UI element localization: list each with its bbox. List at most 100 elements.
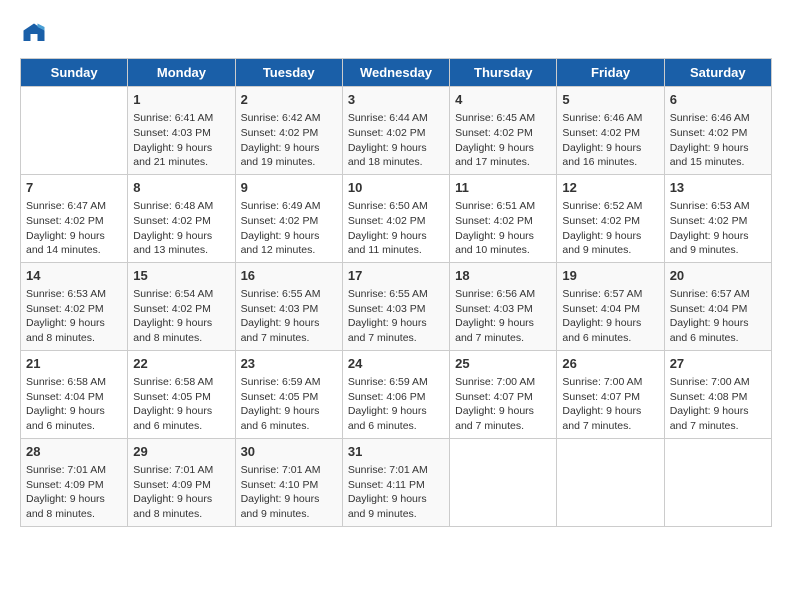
day-number: 1 (133, 91, 229, 109)
day-number: 23 (241, 355, 337, 373)
logo (20, 20, 52, 48)
day-content: Sunrise: 6:45 AMSunset: 4:02 PMDaylight:… (455, 111, 551, 170)
day-content: Sunrise: 6:50 AMSunset: 4:02 PMDaylight:… (348, 199, 444, 258)
day-content: Sunrise: 7:01 AMSunset: 4:09 PMDaylight:… (133, 463, 229, 522)
day-content: Sunrise: 6:57 AMSunset: 4:04 PMDaylight:… (670, 287, 766, 346)
day-number: 7 (26, 179, 122, 197)
day-number: 4 (455, 91, 551, 109)
calendar-cell: 9 Sunrise: 6:49 AMSunset: 4:02 PMDaylight… (235, 174, 342, 262)
day-content: Sunrise: 6:59 AMSunset: 4:05 PMDaylight:… (241, 375, 337, 434)
day-number: 9 (241, 179, 337, 197)
calendar-cell: 18 Sunrise: 6:56 AMSunset: 4:03 PMDayligh… (450, 262, 557, 350)
logo-icon (20, 20, 48, 48)
calendar-body: 1 Sunrise: 6:41 AMSunset: 4:03 PMDaylight… (21, 87, 772, 527)
calendar-cell: 6Sunrise: 6:46 AMSunset: 4:02 PMDaylight… (664, 87, 771, 175)
day-header-thursday: Thursday (450, 59, 557, 87)
day-number: 31 (348, 443, 444, 461)
calendar-cell: 26Sunrise: 7:00 AMSunset: 4:07 PMDayligh… (557, 350, 664, 438)
calendar-cell: 20 Sunrise: 6:57 AMSunset: 4:04 PMDayligh… (664, 262, 771, 350)
calendar-cell: 28 Sunrise: 7:01 AMSunset: 4:09 PMDayligh… (21, 438, 128, 526)
calendar-cell (21, 87, 128, 175)
calendar-cell (664, 438, 771, 526)
day-content: Sunrise: 6:41 AMSunset: 4:03 PMDaylight:… (133, 111, 229, 170)
day-number: 22 (133, 355, 229, 373)
day-header-wednesday: Wednesday (342, 59, 449, 87)
calendar-cell: 1 Sunrise: 6:41 AMSunset: 4:03 PMDaylight… (128, 87, 235, 175)
day-number: 19 (562, 267, 658, 285)
day-content: Sunrise: 6:55 AMSunset: 4:03 PMDaylight:… (241, 287, 337, 346)
day-content: Sunrise: 7:00 AMSunset: 4:07 PMDaylight:… (455, 375, 551, 434)
day-number: 13 (670, 179, 766, 197)
day-number: 15 (133, 267, 229, 285)
calendar-cell: 24 Sunrise: 6:59 AMSunset: 4:06 PMDayligh… (342, 350, 449, 438)
day-number: 28 (26, 443, 122, 461)
day-number: 18 (455, 267, 551, 285)
calendar-cell: 29 Sunrise: 7:01 AMSunset: 4:09 PMDayligh… (128, 438, 235, 526)
calendar-cell: 3 Sunrise: 6:44 AMSunset: 4:02 PMDaylight… (342, 87, 449, 175)
day-content: Sunrise: 6:42 AMSunset: 4:02 PMDaylight:… (241, 111, 337, 170)
day-number: 8 (133, 179, 229, 197)
day-number: 30 (241, 443, 337, 461)
calendar-cell: 7Sunrise: 6:47 AMSunset: 4:02 PMDaylight… (21, 174, 128, 262)
header-row: SundayMondayTuesdayWednesdayThursdayFrid… (21, 59, 772, 87)
day-content: Sunrise: 6:51 AMSunset: 4:02 PMDaylight:… (455, 199, 551, 258)
day-number: 11 (455, 179, 551, 197)
calendar-cell: 23 Sunrise: 6:59 AMSunset: 4:05 PMDayligh… (235, 350, 342, 438)
day-content: Sunrise: 6:53 AMSunset: 4:02 PMDaylight:… (670, 199, 766, 258)
day-content: Sunrise: 7:01 AMSunset: 4:11 PMDaylight:… (348, 463, 444, 522)
day-number: 2 (241, 91, 337, 109)
day-number: 14 (26, 267, 122, 285)
day-content: Sunrise: 6:55 AMSunset: 4:03 PMDaylight:… (348, 287, 444, 346)
calendar-cell: 4 Sunrise: 6:45 AMSunset: 4:02 PMDaylight… (450, 87, 557, 175)
calendar-cell: 13 Sunrise: 6:53 AMSunset: 4:02 PMDayligh… (664, 174, 771, 262)
day-content: Sunrise: 6:54 AMSunset: 4:02 PMDaylight:… (133, 287, 229, 346)
day-header-saturday: Saturday (664, 59, 771, 87)
day-content: Sunrise: 6:56 AMSunset: 4:03 PMDaylight:… (455, 287, 551, 346)
calendar-cell: 17Sunrise: 6:55 AMSunset: 4:03 PMDayligh… (342, 262, 449, 350)
day-content: Sunrise: 7:01 AMSunset: 4:09 PMDaylight:… (26, 463, 122, 522)
week-row-4: 21 Sunrise: 6:58 AMSunset: 4:04 PMDayligh… (21, 350, 772, 438)
day-number: 16 (241, 267, 337, 285)
day-content: Sunrise: 7:00 AMSunset: 4:07 PMDaylight:… (562, 375, 658, 434)
calendar-cell (450, 438, 557, 526)
calendar-cell: 5Sunrise: 6:46 AMSunset: 4:02 PMDaylight… (557, 87, 664, 175)
day-header-sunday: Sunday (21, 59, 128, 87)
week-row-5: 28 Sunrise: 7:01 AMSunset: 4:09 PMDayligh… (21, 438, 772, 526)
day-content: Sunrise: 6:44 AMSunset: 4:02 PMDaylight:… (348, 111, 444, 170)
calendar-cell: 21 Sunrise: 6:58 AMSunset: 4:04 PMDayligh… (21, 350, 128, 438)
day-content: Sunrise: 6:53 AMSunset: 4:02 PMDaylight:… (26, 287, 122, 346)
calendar-header: SundayMondayTuesdayWednesdayThursdayFrid… (21, 59, 772, 87)
day-content: Sunrise: 6:48 AMSunset: 4:02 PMDaylight:… (133, 199, 229, 258)
day-number: 21 (26, 355, 122, 373)
day-number: 20 (670, 267, 766, 285)
day-content: Sunrise: 7:01 AMSunset: 4:10 PMDaylight:… (241, 463, 337, 522)
day-content: Sunrise: 6:57 AMSunset: 4:04 PMDaylight:… (562, 287, 658, 346)
day-number: 10 (348, 179, 444, 197)
calendar-cell: 25 Sunrise: 7:00 AMSunset: 4:07 PMDayligh… (450, 350, 557, 438)
day-number: 29 (133, 443, 229, 461)
day-content: Sunrise: 6:58 AMSunset: 4:04 PMDaylight:… (26, 375, 122, 434)
day-number: 25 (455, 355, 551, 373)
calendar-cell: 11 Sunrise: 6:51 AMSunset: 4:02 PMDayligh… (450, 174, 557, 262)
day-number: 3 (348, 91, 444, 109)
calendar-cell (557, 438, 664, 526)
day-content: Sunrise: 7:00 AMSunset: 4:08 PMDaylight:… (670, 375, 766, 434)
day-header-monday: Monday (128, 59, 235, 87)
calendar-cell: 2 Sunrise: 6:42 AMSunset: 4:02 PMDaylight… (235, 87, 342, 175)
calendar-cell: 22Sunrise: 6:58 AMSunset: 4:05 PMDayligh… (128, 350, 235, 438)
day-number: 6 (670, 91, 766, 109)
day-number: 5 (562, 91, 658, 109)
week-row-2: 7Sunrise: 6:47 AMSunset: 4:02 PMDaylight… (21, 174, 772, 262)
day-content: Sunrise: 6:59 AMSunset: 4:06 PMDaylight:… (348, 375, 444, 434)
day-number: 12 (562, 179, 658, 197)
calendar-cell: 19 Sunrise: 6:57 AMSunset: 4:04 PMDayligh… (557, 262, 664, 350)
day-number: 27 (670, 355, 766, 373)
week-row-1: 1 Sunrise: 6:41 AMSunset: 4:03 PMDaylight… (21, 87, 772, 175)
day-content: Sunrise: 6:49 AMSunset: 4:02 PMDaylight:… (241, 199, 337, 258)
day-content: Sunrise: 6:52 AMSunset: 4:02 PMDaylight:… (562, 199, 658, 258)
day-header-tuesday: Tuesday (235, 59, 342, 87)
day-number: 24 (348, 355, 444, 373)
calendar-cell: 27 Sunrise: 7:00 AMSunset: 4:08 PMDayligh… (664, 350, 771, 438)
calendar-table: SundayMondayTuesdayWednesdayThursdayFrid… (20, 58, 772, 527)
calendar-cell: 30 Sunrise: 7:01 AMSunset: 4:10 PMDayligh… (235, 438, 342, 526)
